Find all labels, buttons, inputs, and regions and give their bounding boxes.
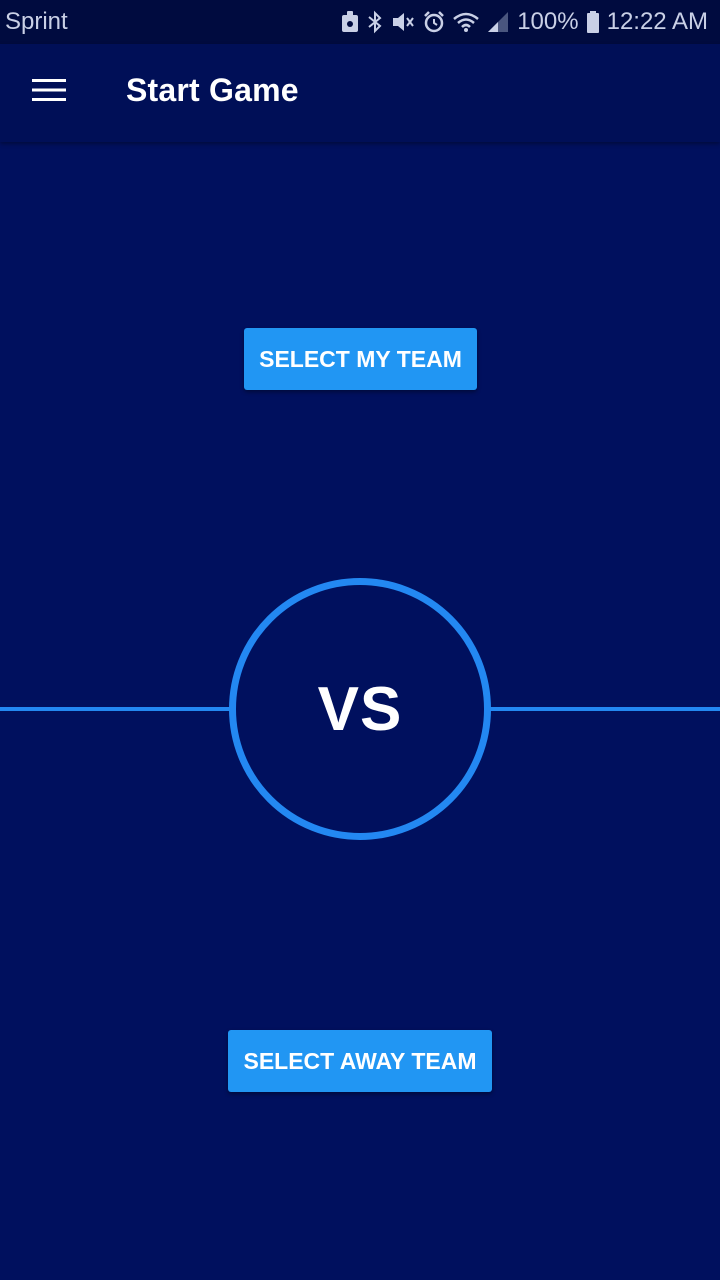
signal-icon <box>487 11 509 33</box>
battery-icon <box>586 11 599 33</box>
menu-button[interactable] <box>18 61 80 123</box>
wifi-icon <box>453 11 480 33</box>
select-my-team-button[interactable]: SELECT MY TEAM <box>244 328 477 390</box>
vs-divider-right <box>488 707 720 711</box>
page-title: Start Game <box>126 72 299 108</box>
clock-time: 12:22 AM <box>606 8 708 35</box>
status-bar: Sprint 100% 12:22 AM <box>0 0 720 44</box>
vs-divider-left <box>0 707 232 711</box>
carrier-label: Sprint <box>5 8 68 35</box>
status-icons: 100% 12:22 AM <box>341 8 708 36</box>
lock-icon <box>341 11 359 33</box>
vs-circle: VS <box>229 578 491 840</box>
app-bar: Start Game <box>0 44 720 142</box>
mute-icon <box>391 11 415 33</box>
vs-label: VS <box>317 674 403 744</box>
select-away-team-button[interactable]: SELECT AWAY TEAM <box>228 1030 492 1092</box>
hamburger-menu-icon <box>32 78 66 107</box>
alarm-icon <box>423 11 445 33</box>
bluetooth-icon <box>367 10 383 34</box>
battery-percent: 100% <box>517 8 579 35</box>
start-game-screen: Sprint 100% 12:22 AM Start Game SELECT M… <box>0 0 720 1280</box>
